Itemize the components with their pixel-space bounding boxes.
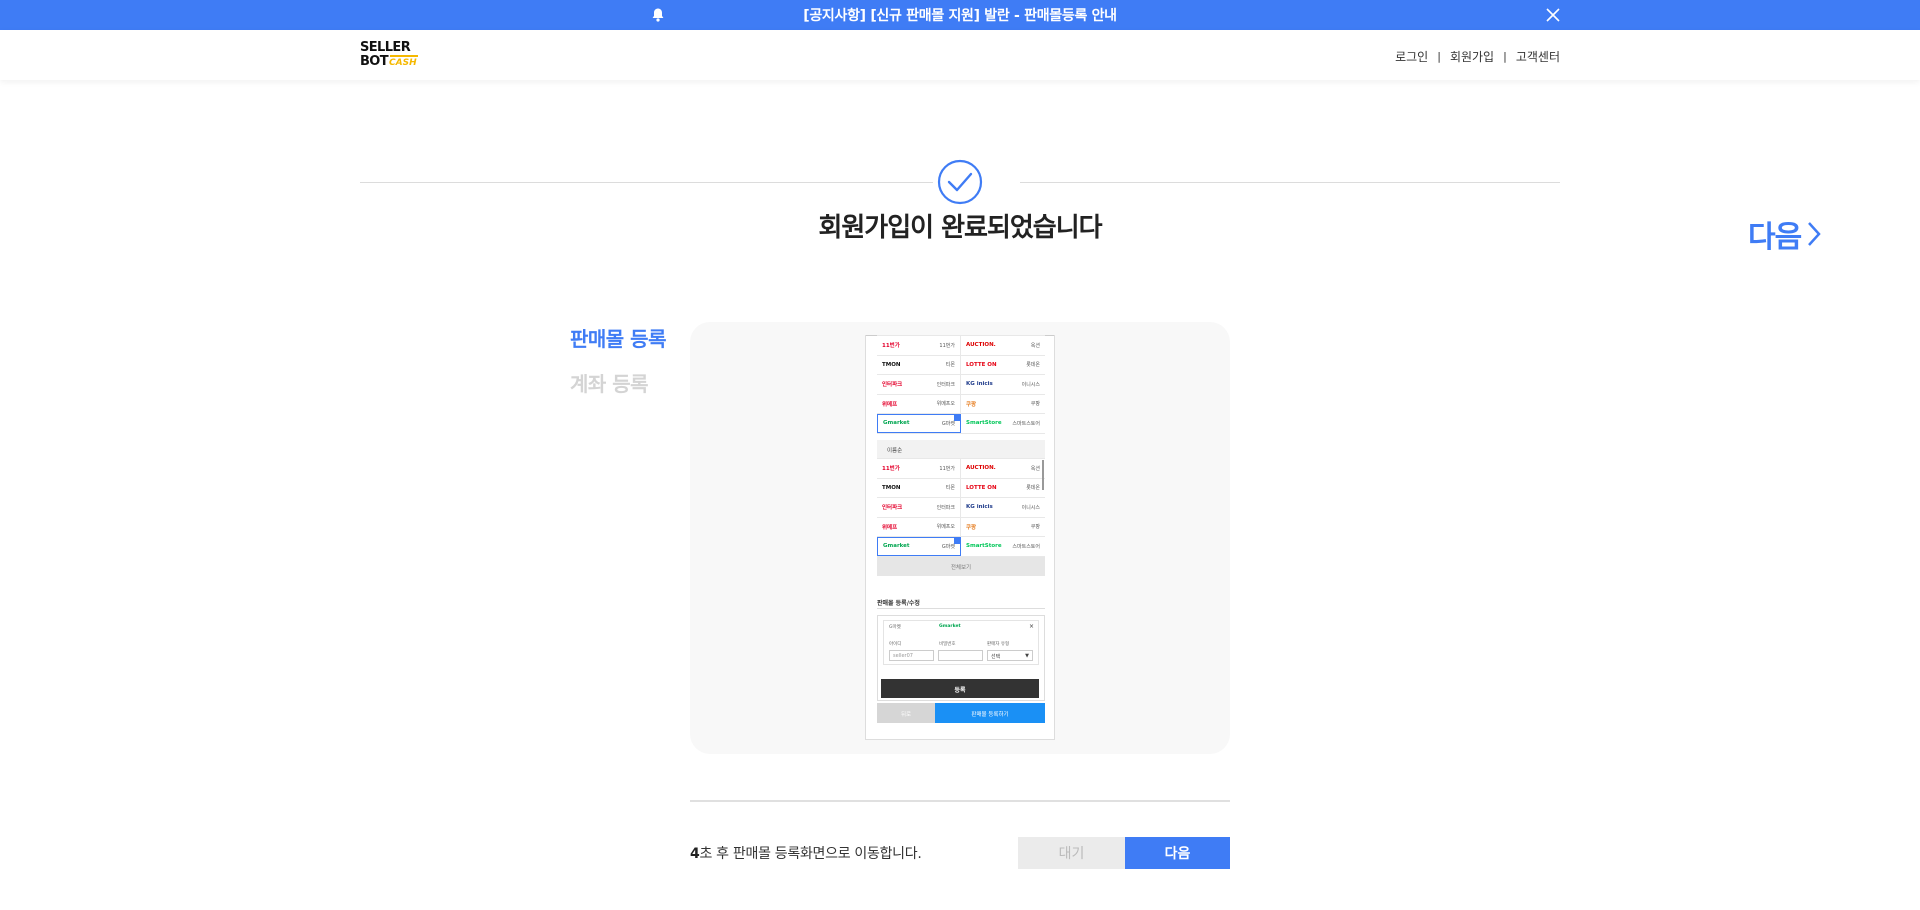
grid-row: 인터파크 인터파크 KG inicis 이니시스	[877, 375, 1045, 395]
nav-separator: |	[1437, 50, 1441, 63]
mall-cell[interactable]: AUCTION. 옥션	[961, 459, 1045, 478]
logo-cash: CASH	[389, 58, 417, 68]
mall-cell[interactable]: 위메프 위메프오	[877, 517, 961, 536]
grid-row: TMON 티몬 LOTTE ON 롯데온	[877, 478, 1045, 498]
mall-grid-bottom: 11번가 11번가 AUCTION. 옥션 TMON 티몬 LOTTE ON 롯데온 인…	[877, 458, 1045, 557]
mall-cell[interactable]: 11번가 11번가	[877, 459, 961, 478]
register-form: G마켓 Gmarket × 아이디 비밀번호 판매자 유형 seller07 선…	[877, 615, 1045, 701]
page-title: 회원가입이 완료되었습니다	[818, 213, 1102, 243]
form-submit-button[interactable]: 등록	[881, 679, 1039, 698]
step-mall-registration[interactable]: 판매몰 등록	[570, 323, 666, 352]
mall-cell[interactable]: 11번가 11번가	[877, 336, 961, 355]
sort-label: 이름순	[877, 440, 1045, 458]
view-all-bar[interactable]: 전체보기	[877, 557, 1045, 576]
mall-cell[interactable]: 위메프 위메프오	[877, 394, 961, 413]
mall-grid-top: 11번가 11번가 AUCTION. 옥션 TMON 티몬 LOTTE ON 롯데온 인…	[877, 335, 1045, 434]
countdown-text: 4초 후 판매몰 등록화면으로 이동합니다.	[690, 843, 922, 863]
form-mall-logo: Gmarket	[939, 624, 961, 629]
mall-cell[interactable]: 쿠팡 쿠팡	[961, 395, 1045, 414]
form-close-icon[interactable]: ×	[1029, 623, 1034, 630]
logo-line1: SELLER	[360, 40, 411, 55]
pw-field[interactable]	[938, 650, 983, 661]
mall-cell-selected[interactable]: Gmarket G마켓	[877, 414, 961, 433]
mall-cell[interactable]: TMON 티몬	[877, 478, 961, 497]
type-label: 판매자 유형	[987, 642, 1010, 647]
top-nav: 로그인 | 회원가입 | 고객센터	[1395, 48, 1560, 65]
bell-icon	[652, 8, 664, 22]
logo-line2: BOTCASH	[360, 54, 417, 69]
next-label: 다음	[1748, 220, 1802, 255]
preview-back-button[interactable]: 뒤로	[877, 703, 935, 723]
logo[interactable]: SELLER BOTCASH	[360, 41, 420, 71]
support-link[interactable]: 고객센터	[1516, 48, 1560, 65]
mall-cell[interactable]: LOTTE ON 롯데온	[961, 356, 1045, 375]
mall-cell[interactable]: SmartStore 스마트스토어	[961, 537, 1045, 556]
mall-cell[interactable]: 인터파크 인터파크	[877, 375, 961, 394]
site-header: SELLER BOTCASH 로그인 | 회원가입 | 고객센터	[0, 30, 1920, 80]
form-inner: G마켓 Gmarket × 아이디 비밀번호 판매자 유형 seller07 선…	[883, 620, 1039, 665]
nav-separator: |	[1503, 50, 1507, 63]
form-mall-name: G마켓	[889, 625, 901, 630]
bottom-divider	[690, 800, 1230, 802]
grid-row: 11번가 11번가 AUCTION. 옥션	[877, 459, 1045, 479]
preview-button-row: 뒤로 판매몰 등록하기	[877, 703, 1045, 723]
next-button[interactable]: 다음	[1125, 837, 1230, 869]
preview-screen: 11번가 11번가 AUCTION. 옥션 TMON 티몬 LOTTE ON 롯데온 인…	[865, 335, 1055, 740]
next-link-top[interactable]: 다음	[1748, 212, 1821, 256]
mall-cell[interactable]: AUCTION. 옥션	[961, 336, 1045, 355]
preview-register-button[interactable]: 판매몰 등록하기	[935, 703, 1045, 723]
type-select[interactable]: 선택 ▼	[987, 650, 1033, 661]
id-label: 아이디	[889, 642, 902, 647]
grid-row: Gmarket G마켓 SmartStore 스마트스토어	[877, 414, 1045, 434]
pw-label: 비밀번호	[939, 642, 956, 647]
form-title: 판매몰 등록/수정	[877, 600, 920, 607]
grid-row: 11번가 11번가 AUCTION. 옥션	[877, 336, 1045, 356]
form-title-underline	[877, 608, 1045, 609]
chevron-right-icon	[1808, 222, 1821, 246]
preview-scrollbar[interactable]	[1042, 460, 1044, 490]
mall-cell[interactable]: LOTTE ON 롯데온	[961, 479, 1045, 498]
id-field[interactable]: seller07	[889, 650, 934, 661]
mall-cell-selected[interactable]: Gmarket G마켓	[877, 537, 961, 556]
mall-cell[interactable]: TMON 티몬	[877, 355, 961, 374]
grid-row: Gmarket G마켓 SmartStore 스마트스토어	[877, 537, 1045, 557]
mall-cell[interactable]: 쿠팡 쿠팡	[961, 518, 1045, 537]
mall-cell[interactable]: KG inicis 이니시스	[961, 498, 1045, 517]
notice-text[interactable]: [공지사항] [신규 판매몰 지원] 발란 - 판매몰등록 안내	[803, 5, 1117, 25]
divider-left	[360, 182, 933, 183]
mall-cell[interactable]: 인터파크 인터파크	[877, 498, 961, 517]
countdown-message: 초 후 판매몰 등록화면으로 이동합니다.	[699, 846, 922, 862]
step-account-registration[interactable]: 계좌 등록	[570, 368, 649, 397]
grid-row: 인터파크 인터파크 KG inicis 이니시스	[877, 498, 1045, 518]
notice-bar: [공지사항] [신규 판매몰 지원] 발란 - 판매몰등록 안내	[0, 0, 1920, 30]
logo-underline	[390, 55, 418, 57]
close-icon[interactable]	[1545, 7, 1561, 23]
divider-right	[1020, 182, 1560, 183]
grid-row: 위메프 위메프오 쿠팡 쿠팡	[877, 394, 1045, 414]
grid-row: TMON 티몬 LOTTE ON 롯데온	[877, 355, 1045, 375]
mall-cell[interactable]: SmartStore 스마트스토어	[961, 414, 1045, 433]
login-link[interactable]: 로그인	[1395, 48, 1428, 65]
grid-row: 위메프 위메프오 쿠팡 쿠팡	[877, 517, 1045, 537]
mall-cell[interactable]: KG inicis 이니시스	[961, 375, 1045, 394]
signup-link[interactable]: 회원가입	[1450, 48, 1494, 65]
check-circle-icon	[937, 159, 983, 205]
wait-button[interactable]: 대기	[1018, 837, 1125, 869]
